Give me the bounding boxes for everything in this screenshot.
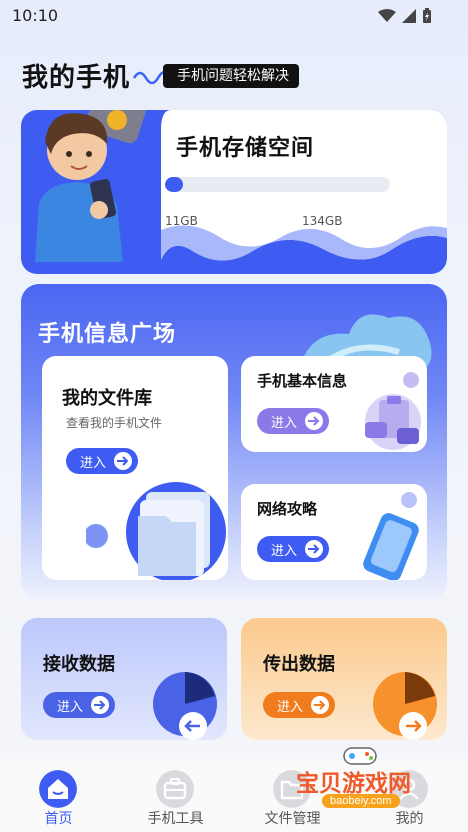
nav-item-home[interactable]: 首页	[0, 760, 117, 832]
storage-total-label: 134GB	[302, 214, 343, 228]
smartphone-illustration	[363, 492, 419, 580]
squiggle-decoration	[132, 71, 166, 85]
receive-data-title: 接收数据	[43, 654, 115, 675]
boy-with-phone-illustration	[35, 110, 147, 262]
enter-button-label: 进入	[271, 543, 298, 559]
home-icon	[39, 770, 77, 808]
nav-label-tools: 手机工具	[147, 811, 204, 827]
file-library-title: 我的文件库	[62, 388, 152, 409]
basic-info-card[interactable]: 手机基本信息 进入	[241, 356, 427, 452]
signal-icon	[402, 9, 416, 23]
folder-illustration	[86, 482, 226, 580]
toolbox-icon	[156, 770, 194, 808]
file-library-subtitle: 查看我的手机文件	[66, 416, 163, 430]
watermark: 宝贝游戏网 baobeiy.com	[288, 746, 448, 810]
network-guide-enter-button[interactable]: 进入	[257, 536, 330, 562]
receive-data-enter-button[interactable]: 进入	[43, 692, 116, 718]
storage-progress-bar	[165, 177, 390, 192]
arrow-right-icon	[311, 696, 330, 714]
gamepad-icon	[343, 747, 377, 765]
file-library-card[interactable]: 我的文件库 查看我的手机文件 进入	[42, 356, 228, 580]
file-library-enter-button[interactable]: 进入	[66, 448, 139, 474]
arrow-right-icon	[305, 540, 324, 558]
arrow-right-icon	[305, 412, 324, 430]
enter-button-label: 进入	[277, 699, 304, 715]
storage-used-label: 11GB	[165, 214, 198, 228]
nav-label-profile: 我的	[395, 811, 424, 827]
watermark-url: baobeiy.com	[322, 794, 400, 808]
status-time: 10:10	[12, 6, 59, 25]
page-title: 我的手机	[22, 63, 131, 93]
status-icons	[378, 8, 432, 24]
battery-icon	[423, 8, 431, 23]
nav-item-tools[interactable]: 手机工具	[117, 760, 234, 832]
receive-data-card[interactable]: 接收数据 进入	[21, 618, 227, 740]
title-tag: 手机问题轻松解决	[163, 64, 299, 88]
arrow-right-icon	[114, 452, 133, 470]
arrow-right-icon	[91, 696, 110, 714]
basic-info-title: 手机基本信息	[257, 372, 348, 390]
watermark-text: 宝贝游戏网	[296, 771, 411, 797]
clipboard-chat-illustration	[365, 372, 421, 450]
enter-button-label: 进入	[57, 699, 84, 715]
status-bar: 10:10	[0, 0, 468, 34]
enter-button-label: 进入	[80, 455, 107, 471]
enter-button-label: 进入	[271, 415, 298, 431]
plaza-title: 手机信息广场	[38, 322, 177, 347]
send-data-enter-button[interactable]: 进入	[263, 692, 336, 718]
send-data-title: 传出数据	[263, 654, 335, 675]
basic-info-enter-button[interactable]: 进入	[257, 408, 330, 434]
send-data-card[interactable]: 传出数据 进入	[241, 618, 447, 740]
storage-title: 手机存储空间	[176, 136, 315, 161]
nav-label-files: 文件管理	[264, 811, 321, 827]
wifi-icon	[378, 9, 396, 22]
pie-chart-send-illustration	[373, 672, 437, 740]
nav-label-home: 首页	[44, 811, 73, 827]
storage-progress-fill	[165, 177, 183, 192]
pie-chart-receive-illustration	[153, 672, 217, 740]
network-guide-title: 网络攻略	[257, 500, 318, 518]
network-guide-card[interactable]: 网络攻略 进入	[241, 484, 427, 580]
